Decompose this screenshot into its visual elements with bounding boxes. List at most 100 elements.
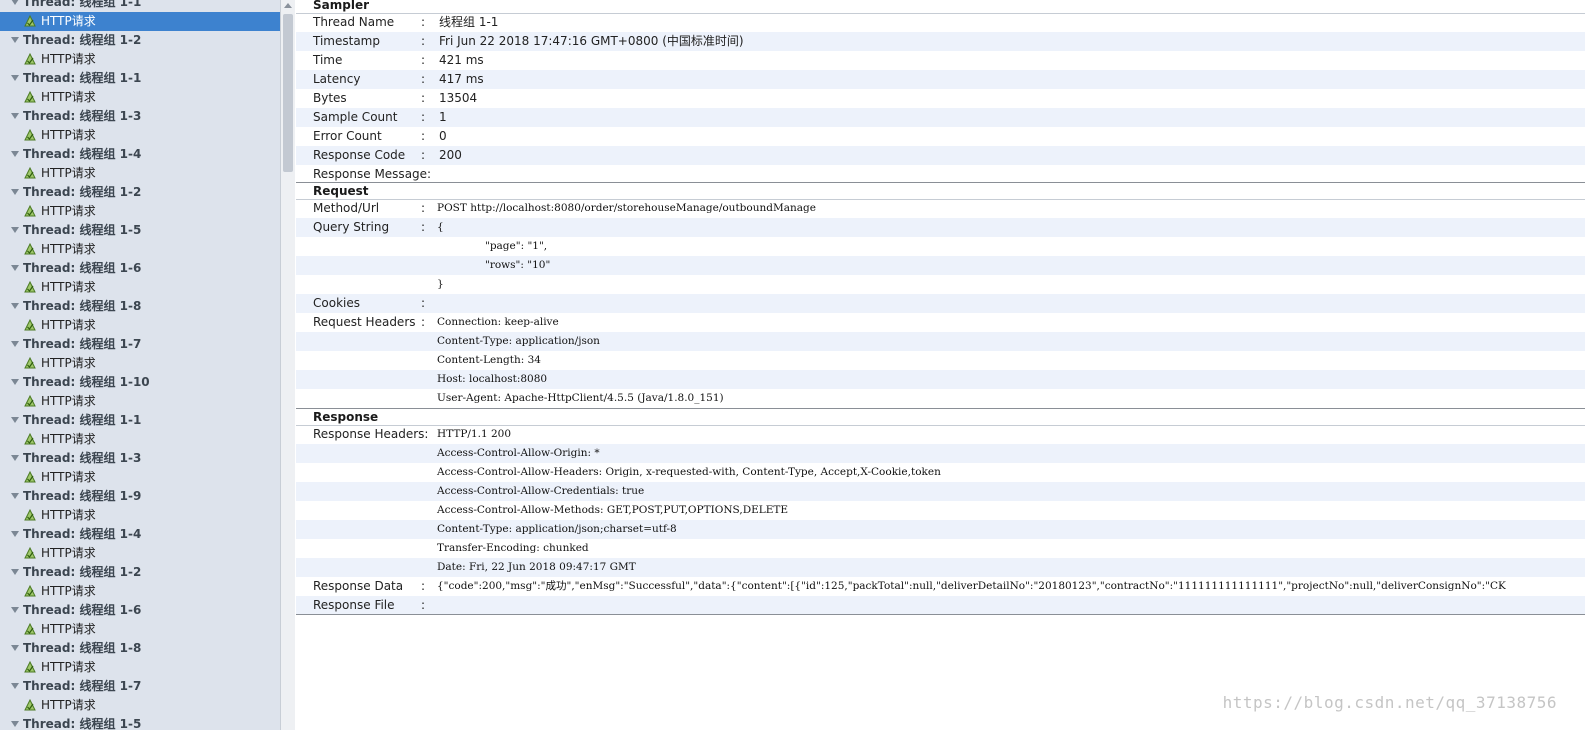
success-tick-icon (24, 318, 36, 332)
header-line: Content-Length: 34 (437, 354, 541, 366)
tree-item-http-request[interactable]: HTTP请求 (0, 430, 280, 449)
tree-item-http-request[interactable]: HTTP请求 (0, 202, 280, 221)
request-header-row: User-Agent: Apache-HttpClient/4.5.5 (Jav… (296, 389, 1585, 408)
expand-triangle-icon[interactable] (11, 37, 19, 43)
response-header-row: Access-Control-Allow-Origin: * (296, 444, 1585, 463)
tree-item-label: HTTP请求 (41, 508, 96, 522)
expand-triangle-icon[interactable] (11, 569, 19, 575)
tree-item-http-request[interactable]: HTTP请求 (0, 12, 280, 31)
tree-item-thread[interactable]: Thread: 线程组 1-3 (0, 449, 280, 468)
expand-triangle-icon[interactable] (11, 607, 19, 613)
tree-item-http-request[interactable]: HTTP请求 (0, 164, 280, 183)
expand-triangle-icon[interactable] (11, 227, 19, 233)
expand-triangle-icon[interactable] (11, 189, 19, 195)
tree-item-thread[interactable]: Thread: 线程组 1-7 (0, 677, 280, 696)
tree-item-label: Thread: 线程组 1-2 (23, 185, 142, 199)
tree-item-thread[interactable]: Thread: 线程组 1-2 (0, 563, 280, 582)
scroll-up-arrow-icon[interactable] (284, 3, 292, 8)
expand-triangle-icon[interactable] (11, 493, 19, 499)
tree-item-http-request[interactable]: HTTP请求 (0, 354, 280, 373)
expand-triangle-icon[interactable] (11, 341, 19, 347)
tree-item-thread[interactable]: Thread: 线程组 1-2 (0, 183, 280, 202)
expand-triangle-icon[interactable] (11, 75, 19, 81)
tree-item-label: Thread: 线程组 1-1 (23, 413, 142, 427)
tree-item-label: Thread: 线程组 1-2 (23, 33, 142, 47)
field-value: 0 (439, 129, 447, 143)
expand-triangle-icon[interactable] (11, 303, 19, 309)
tree-item-http-request[interactable]: HTTP请求 (0, 544, 280, 563)
tree-item-thread[interactable]: Thread: 线程组 1-6 (0, 259, 280, 278)
expand-triangle-icon[interactable] (11, 151, 19, 157)
header-line: Access-Control-Allow-Methods: GET,POST,P… (437, 504, 789, 516)
header-line: User-Agent: Apache-HttpClient/4.5.5 (Jav… (437, 392, 724, 404)
tree-item-http-request[interactable]: HTTP请求 (0, 126, 280, 145)
expand-triangle-icon[interactable] (11, 531, 19, 537)
tree-item-http-request[interactable]: HTTP请求 (0, 50, 280, 69)
expand-triangle-icon[interactable] (11, 265, 19, 271)
tree-item-thread[interactable]: Thread: 线程组 1-4 (0, 525, 280, 544)
tree-item-thread[interactable]: Thread: 线程组 1-8 (0, 297, 280, 316)
header-line: Access-Control-Allow-Credentials: true (437, 485, 645, 497)
field-label: Response Code (313, 148, 406, 162)
tree-item-label: HTTP请求 (41, 432, 96, 446)
success-tick-icon (24, 52, 36, 66)
expand-triangle-icon[interactable] (11, 683, 19, 689)
tree-item-thread[interactable]: Thread: 线程组 1-1 (0, 411, 280, 430)
tree-item-label: Thread: 线程组 1-2 (23, 565, 142, 579)
success-tick-icon (24, 394, 36, 408)
tree-item-http-request[interactable]: HTTP请求 (0, 316, 280, 335)
tree-item-thread[interactable]: Thread: 线程组 1-2 (0, 31, 280, 50)
tree-item-thread[interactable]: Thread: 线程组 1-8 (0, 639, 280, 658)
tree-item-http-request[interactable]: HTTP请求 (0, 696, 280, 715)
tree-item-http-request[interactable]: HTTP请求 (0, 658, 280, 677)
field-label: Timestamp (313, 34, 380, 48)
expand-triangle-icon[interactable] (11, 455, 19, 461)
tree-item-label: Thread: 线程组 1-10 (23, 375, 150, 389)
tree-item-label: HTTP请求 (41, 318, 96, 332)
tree-item-thread[interactable]: Thread: 线程组 1-9 (0, 487, 280, 506)
expand-triangle-icon[interactable] (11, 417, 19, 423)
tree-item-thread[interactable]: Thread: 线程组 1-1 (0, 0, 280, 12)
tree-item-http-request[interactable]: HTTP请求 (0, 240, 280, 259)
response-headers-label: Response Headers: (313, 427, 429, 441)
success-tick-icon (24, 166, 36, 180)
tree-item-http-request[interactable]: HTTP请求 (0, 506, 280, 525)
colon: : (421, 110, 426, 124)
tree-item-label: HTTP请求 (41, 128, 96, 142)
field-label: Latency (313, 72, 361, 86)
tree-item-thread[interactable]: Thread: 线程组 1-3 (0, 107, 280, 126)
success-tick-icon (24, 432, 36, 446)
tree-item-thread[interactable]: Thread: 线程组 1-6 (0, 601, 280, 620)
tree-item-thread[interactable]: Thread: 线程组 1-10 (0, 373, 280, 392)
tree-item-http-request[interactable]: HTTP请求 (0, 88, 280, 107)
request-rows: Method/Url : POST http://localhost:8080/… (296, 199, 1585, 408)
scroll-thumb[interactable] (283, 14, 293, 172)
query-string-label: Query String (313, 220, 390, 234)
field-label: Thread Name (313, 15, 395, 29)
expand-triangle-icon[interactable] (11, 645, 19, 651)
cookies-label: Cookies (313, 296, 360, 310)
tree-item-thread[interactable]: Thread: 线程组 1-5 (0, 221, 280, 240)
tree-item-http-request[interactable]: HTTP请求 (0, 582, 280, 601)
expand-triangle-icon[interactable] (11, 721, 19, 727)
success-tick-icon (24, 242, 36, 256)
tree-item-http-request[interactable]: HTTP请求 (0, 468, 280, 487)
tree-item-thread[interactable]: Thread: 线程组 1-7 (0, 335, 280, 354)
tree-item-http-request[interactable]: HTTP请求 (0, 620, 280, 639)
tree-item-http-request[interactable]: HTTP请求 (0, 278, 280, 297)
header-line: Transfer-Encoding: chunked (437, 542, 589, 554)
expand-triangle-icon[interactable] (11, 0, 19, 5)
tree-item-thread[interactable]: Thread: 线程组 1-4 (0, 145, 280, 164)
tree-item-label: HTTP请求 (41, 204, 96, 218)
tree-item-thread[interactable]: Thread: 线程组 1-5 (0, 715, 280, 730)
tree-item-http-request[interactable]: HTTP请求 (0, 392, 280, 411)
expand-triangle-icon[interactable] (11, 379, 19, 385)
success-tick-icon (24, 356, 36, 370)
header-line: Date: Fri, 22 Jun 2018 09:47:17 GMT (437, 561, 636, 573)
field-value: 线程组 1-1 (439, 15, 499, 29)
query-string-row: "rows": "10" (296, 256, 1585, 275)
tree-item-thread[interactable]: Thread: 线程组 1-1 (0, 69, 280, 88)
tree-scrollbar[interactable] (280, 0, 295, 730)
header-line: Connection: keep-alive (437, 316, 559, 328)
expand-triangle-icon[interactable] (11, 113, 19, 119)
